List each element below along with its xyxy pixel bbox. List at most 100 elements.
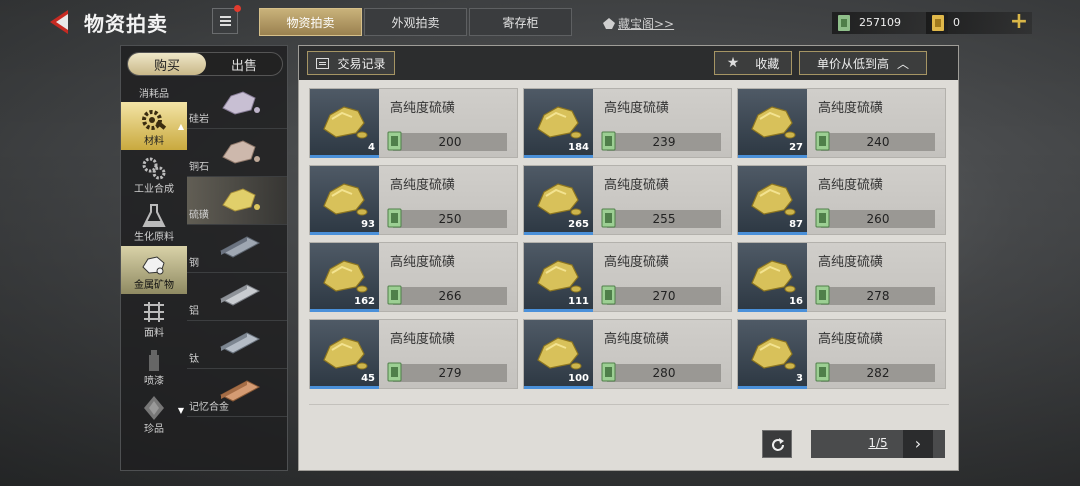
subcategory-label: 钛: [189, 354, 199, 365]
category-spray-paint[interactable]: 喷漆: [121, 342, 187, 390]
treasure-icon: [603, 18, 615, 29]
sulfur-ore-icon: [751, 183, 796, 216]
item-price: 270: [601, 285, 721, 305]
price-value: 255: [652, 212, 676, 226]
treasure-link-label: 藏宝阁>>: [618, 17, 675, 31]
item-quantity: 27: [789, 142, 803, 153]
menu-icon: [220, 16, 231, 26]
item-price: 260: [815, 208, 935, 228]
sulfur-ore-icon: [537, 183, 582, 216]
top-tabs: 物资拍卖 外观拍卖 寄存柜: [259, 8, 574, 36]
item-price: 255: [601, 208, 721, 228]
refresh-button[interactable]: [762, 430, 792, 458]
sulfur-ore-icon: [751, 260, 796, 293]
category-biochem[interactable]: 生化原料: [121, 198, 187, 246]
item-quantity: 45: [361, 373, 375, 384]
item-name: 高纯度硫磺: [390, 101, 456, 116]
item-quantity: 184: [568, 142, 589, 153]
tab-appearance-auction[interactable]: 外观拍卖: [364, 8, 467, 36]
item-thumbnail: 4: [310, 89, 379, 158]
item-card[interactable]: 93 高纯度硫磺 250: [309, 165, 518, 235]
price-value: 278: [866, 289, 890, 303]
item-price: 239: [601, 131, 721, 151]
tab-storage[interactable]: 寄存柜: [469, 8, 572, 36]
item-card[interactable]: 100 高纯度硫磺 280: [523, 319, 732, 389]
subcategory-list: 硅岩 铜石 硫磺 钢 铝 钛 记忆合金: [187, 80, 287, 470]
item-card[interactable]: 45 高纯度硫磺 279: [309, 319, 518, 389]
item-name: 高纯度硫磺: [818, 332, 884, 347]
subcategory-copper[interactable]: 铜石: [187, 129, 287, 177]
item-thumbnail: 100: [524, 320, 593, 389]
category-label: 面料: [144, 328, 164, 339]
category-consumables[interactable]: 消耗品: [121, 80, 187, 102]
favorites-button[interactable]: ★ 收藏: [714, 51, 792, 75]
fabric-icon: [144, 302, 164, 322]
favorites-label: 收藏: [755, 56, 780, 71]
subcategory-titanium[interactable]: 钛: [187, 321, 287, 369]
item-name: 高纯度硫磺: [390, 332, 456, 347]
category-label: 消耗品: [139, 89, 169, 100]
sort-dropdown[interactable]: 单价从低到高 ︿: [799, 51, 927, 75]
item-card[interactable]: 27 高纯度硫磺 240: [737, 88, 946, 158]
price-value: 270: [652, 289, 676, 303]
item-card[interactable]: 184 高纯度硫磺 239: [523, 88, 732, 158]
add-currency-button[interactable]: +: [1008, 11, 1030, 34]
item-name: 高纯度硫磺: [818, 178, 884, 193]
item-card[interactable]: 3 高纯度硫磺 282: [737, 319, 946, 389]
item-thumbnail: 45: [310, 320, 379, 389]
category-metal-ore[interactable]: 金属矿物: [121, 246, 187, 294]
trade-records-button[interactable]: 交易记录: [307, 51, 395, 75]
item-card[interactable]: 111 高纯度硫磺 270: [523, 242, 732, 312]
refresh-icon: [772, 438, 784, 451]
next-page-button[interactable]: ›: [903, 430, 933, 458]
sell-toggle[interactable]: 出售: [205, 53, 283, 75]
item-name: 高纯度硫磺: [604, 178, 670, 193]
subcategory-label: 铜石: [189, 162, 209, 173]
silica-rock-icon: [222, 91, 260, 115]
price-value: 239: [652, 135, 676, 149]
ticket-amount: 0: [953, 16, 960, 29]
subcategory-sulfur[interactable]: 硫磺: [187, 177, 287, 225]
subcategory-aluminum[interactable]: 铝: [187, 273, 287, 321]
item-thumbnail: 27: [738, 89, 807, 158]
sort-label: 单价从低到高: [816, 56, 889, 71]
sulfur-ore-icon: [751, 337, 796, 370]
tab-item-auction[interactable]: 物资拍卖: [259, 8, 362, 36]
menu-button[interactable]: [212, 5, 241, 34]
category-label: 金属矿物: [134, 280, 174, 291]
subcategory-memory-alloy[interactable]: 记忆合金: [187, 369, 287, 417]
item-quantity: 87: [789, 219, 803, 230]
category-fabric[interactable]: 面料: [121, 294, 187, 342]
item-card[interactable]: 162 高纯度硫磺 266: [309, 242, 518, 312]
price-value: 279: [438, 366, 462, 380]
flask-icon: [142, 204, 166, 227]
item-card[interactable]: 4 高纯度硫磺 200: [309, 88, 518, 158]
item-name: 高纯度硫磺: [604, 255, 670, 270]
item-name: 高纯度硫磺: [604, 332, 670, 347]
subcategory-silica[interactable]: 硅岩: [187, 80, 287, 129]
back-button[interactable]: [48, 8, 78, 36]
item-quantity: 265: [568, 219, 589, 230]
item-price: 278: [815, 285, 935, 305]
category-materials[interactable]: ▲ 材料: [121, 102, 187, 150]
item-price: 280: [601, 362, 721, 382]
item-quantity: 93: [361, 219, 375, 230]
price-value: 280: [652, 366, 676, 380]
item-thumbnail: 87: [738, 166, 807, 235]
sulfur-ore-icon: [537, 260, 582, 293]
buy-toggle[interactable]: 购买: [128, 53, 206, 75]
category-treasures[interactable]: ▼ 珍品: [121, 390, 187, 438]
item-card[interactable]: 87 高纯度硫磺 260: [737, 165, 946, 235]
category-label: 珍品: [144, 424, 164, 435]
treasure-pavilion-link[interactable]: 藏宝阁>>: [603, 15, 674, 32]
gold-ticket-icon: [932, 15, 944, 31]
item-name: 高纯度硫磺: [390, 178, 456, 193]
sulfur-ore-icon: [751, 106, 796, 139]
price-value: 200: [438, 135, 462, 149]
sulfur-ore-icon: [537, 106, 582, 139]
spray-can-icon: [149, 350, 159, 371]
item-card[interactable]: 16 高纯度硫磺 278: [737, 242, 946, 312]
subcategory-steel[interactable]: 钢: [187, 225, 287, 273]
item-card[interactable]: 265 高纯度硫磺 255: [523, 165, 732, 235]
category-industrial[interactable]: 工业合成: [121, 150, 187, 198]
